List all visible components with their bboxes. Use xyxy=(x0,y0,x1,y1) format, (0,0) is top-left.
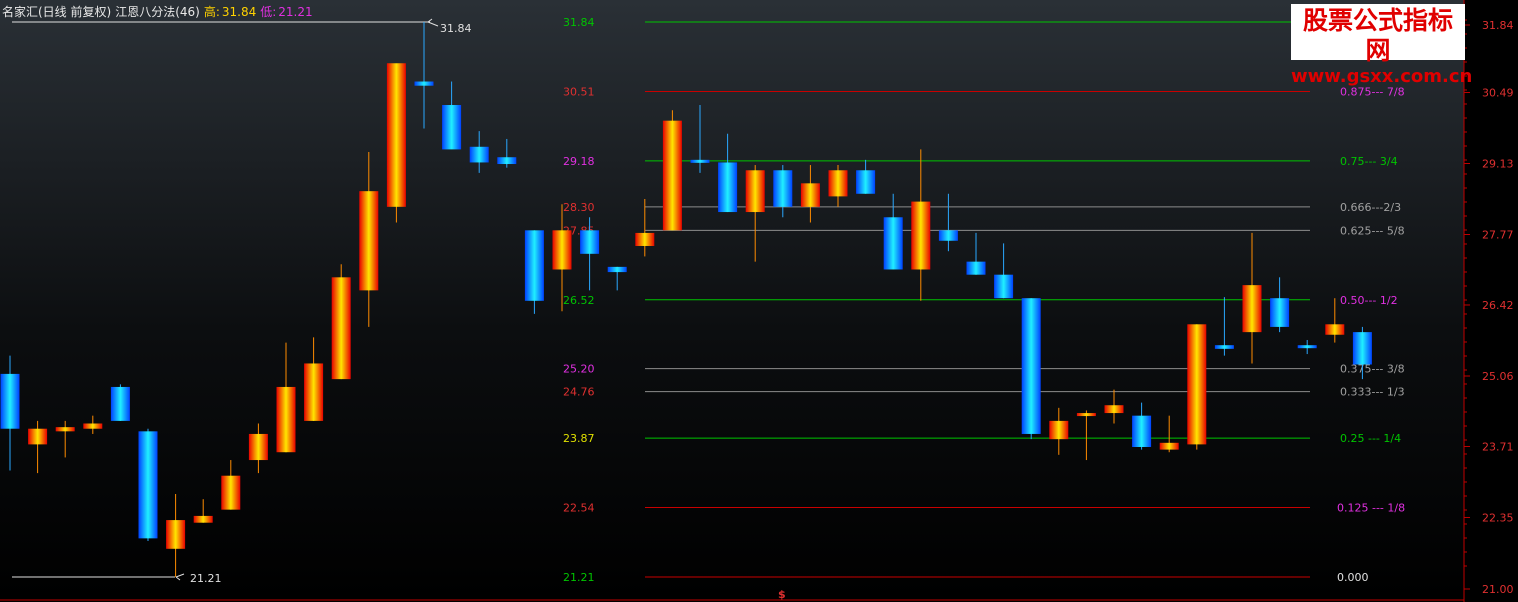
candle-up xyxy=(800,183,820,207)
candle-up xyxy=(635,232,655,246)
candle-up xyxy=(1325,324,1345,335)
candle-down xyxy=(442,105,462,150)
candle-down xyxy=(580,230,600,254)
level-price-label: 25.20 xyxy=(563,363,595,376)
level-price-label: 30.51 xyxy=(563,85,595,98)
candle-down xyxy=(883,217,903,270)
level-ratio-label: 0.666---2/3 xyxy=(1340,201,1401,214)
candle-up xyxy=(828,170,848,197)
level-price-label: 22.54 xyxy=(563,502,595,515)
candle-up xyxy=(331,277,351,380)
level-ratio-label: 0.375--- 3/8 xyxy=(1340,363,1405,376)
candle-up xyxy=(248,433,268,461)
candle-up xyxy=(1159,442,1179,450)
high-label: 高: xyxy=(203,5,220,19)
level-price-label: 26.52 xyxy=(563,294,595,307)
candle-up xyxy=(276,386,296,453)
candle-up xyxy=(1187,324,1207,445)
candle-down xyxy=(469,146,489,163)
low-annotation: 21.21 xyxy=(190,572,222,585)
candle-up xyxy=(911,201,931,270)
candle-down xyxy=(966,261,986,275)
level-ratio-label: 0.25 --- 1/4 xyxy=(1340,432,1401,445)
level-price-label: 28.30 xyxy=(563,201,595,214)
candle-down xyxy=(994,274,1014,299)
level-price-label: 31.84 xyxy=(563,16,595,29)
candle-up xyxy=(359,191,379,291)
candle-up xyxy=(55,427,75,432)
candle-up xyxy=(221,475,241,510)
level-ratio-label: 0.125 --- 1/8 xyxy=(1337,502,1405,515)
candle-down xyxy=(414,81,434,86)
level-price-label: 23.87 xyxy=(563,432,595,445)
level-ratio-label: 0.000 xyxy=(1337,571,1369,584)
candle-down xyxy=(1297,345,1317,349)
watermark-url: www.gsxx.com.cn xyxy=(1291,66,1473,87)
indicator-name: 江恩八分法(46) xyxy=(115,5,200,19)
candle-up xyxy=(193,515,213,523)
axis-tick-label: 25.06 xyxy=(1482,370,1514,383)
axis-tick-label: 31.84 xyxy=(1482,19,1514,32)
candle-down xyxy=(1214,345,1234,349)
candle-up xyxy=(552,230,572,270)
axis-tick-label: 26.42 xyxy=(1482,299,1514,312)
level-price-label: 21.21 xyxy=(563,571,595,584)
dollar-marker: $ xyxy=(778,588,786,601)
candle-down xyxy=(856,170,876,194)
candle-down xyxy=(1132,415,1152,447)
low-value: 21.21 xyxy=(278,5,313,19)
candle-up xyxy=(28,428,48,445)
candle-up xyxy=(1076,413,1096,417)
candle-down xyxy=(1270,298,1290,327)
high-annotation: 31.84 xyxy=(440,22,472,35)
candle-down xyxy=(497,157,517,165)
candle-down xyxy=(138,431,158,539)
candle-up xyxy=(1242,285,1262,333)
candle-up xyxy=(83,423,103,429)
candle-down xyxy=(0,373,20,429)
candle-down xyxy=(718,162,738,213)
candle-up xyxy=(1104,405,1124,414)
level-ratio-label: 0.625--- 5/8 xyxy=(1340,224,1405,237)
candle-down xyxy=(938,230,958,241)
axis-tick-label: 22.35 xyxy=(1482,511,1514,524)
candle-down xyxy=(690,159,710,163)
candlestick-chart: 31.8430.51 0.875--- 7/829.18 0.75--- 3/428… xyxy=(0,0,1514,602)
watermark-title: 股票公式指标网 xyxy=(1302,6,1453,65)
level-price-label: 29.18 xyxy=(563,155,595,168)
candle-up xyxy=(386,63,406,207)
axis-tick-label: 27.77 xyxy=(1482,228,1514,241)
candle-up xyxy=(166,520,186,549)
candle-up xyxy=(662,120,682,231)
level-ratio-label: 0.333--- 1/3 xyxy=(1340,386,1405,399)
candle-down xyxy=(524,230,544,301)
axis-tick-label: 21.00 xyxy=(1482,583,1514,596)
level-ratio-label: 0.50--- 1/2 xyxy=(1340,294,1398,307)
candle-down xyxy=(1352,332,1372,365)
axis-tick-label: 23.71 xyxy=(1482,440,1514,453)
chart-header: 名家汇(日线 前复权) 江恩八分法(46) 高: 31.84 低: 21.21 xyxy=(2,3,317,20)
axis-tick-label: 29.13 xyxy=(1482,157,1514,170)
candle-up xyxy=(1049,420,1069,440)
watermark-logo: 股票公式指标网 www.gsxx.com.cn xyxy=(1291,4,1472,87)
stock-name: 名家汇(日线 前复权) xyxy=(2,5,112,19)
candle-down xyxy=(607,266,627,273)
level-price-label: 24.76 xyxy=(563,386,595,399)
high-value: 31.84 xyxy=(221,5,257,19)
candle-up xyxy=(745,170,765,213)
low-label: 低: xyxy=(260,5,277,19)
candle-down xyxy=(110,386,130,421)
candle-down xyxy=(773,170,793,207)
candle-up xyxy=(304,363,324,421)
axis-tick-label: 30.49 xyxy=(1482,86,1514,99)
level-ratio-label: 0.75--- 3/4 xyxy=(1340,155,1398,168)
candle-down xyxy=(1021,298,1041,434)
